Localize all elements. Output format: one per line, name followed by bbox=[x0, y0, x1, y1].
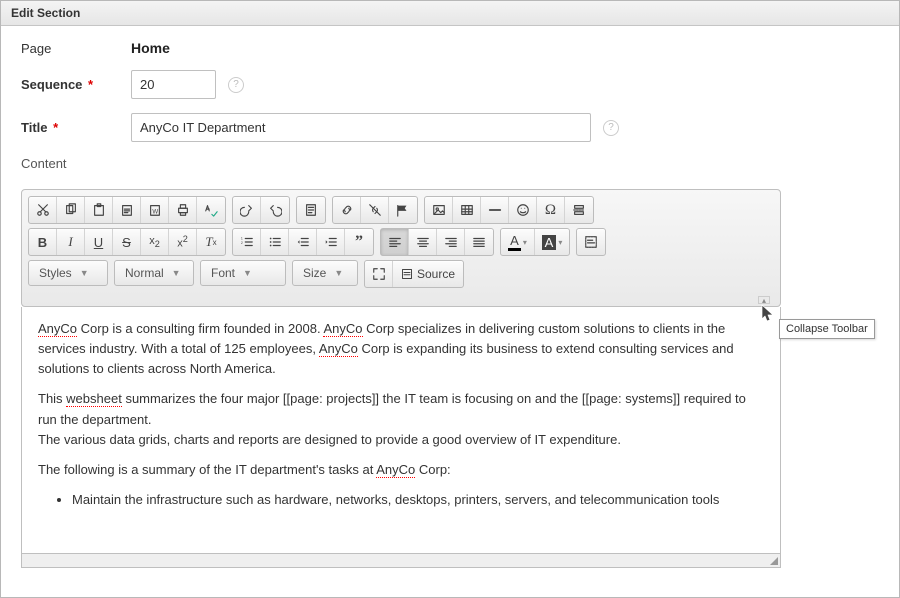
title-input[interactable] bbox=[131, 113, 591, 142]
hr-icon[interactable] bbox=[481, 197, 509, 223]
remove-format-button[interactable]: Tx bbox=[197, 229, 225, 255]
indent-button[interactable] bbox=[317, 229, 345, 255]
bullet-list-button[interactable] bbox=[261, 229, 289, 255]
underline-button[interactable]: U bbox=[85, 229, 113, 255]
required-mark: * bbox=[53, 120, 58, 135]
help-icon[interactable]: ? bbox=[228, 77, 244, 93]
content-textarea[interactable]: AnyCo Corp is a consulting firm founded … bbox=[21, 307, 781, 554]
required-mark: * bbox=[88, 77, 93, 92]
list-item: Maintain the infrastructure such as hard… bbox=[72, 490, 764, 510]
smiley-icon[interactable] bbox=[509, 197, 537, 223]
align-justify-button[interactable] bbox=[465, 229, 493, 255]
subscript-button[interactable]: x2 bbox=[141, 229, 169, 255]
bold-button[interactable]: B bbox=[29, 229, 57, 255]
panel-title: Edit Section bbox=[1, 1, 899, 26]
source-button[interactable]: Source bbox=[393, 261, 463, 287]
strike-button[interactable]: S bbox=[113, 229, 141, 255]
align-right-button[interactable] bbox=[437, 229, 465, 255]
copy-icon[interactable] bbox=[57, 197, 85, 223]
numbered-list-button[interactable]: 12 bbox=[233, 229, 261, 255]
page-label: Page bbox=[21, 41, 131, 56]
unlink-icon[interactable] bbox=[361, 197, 389, 223]
maximize-button[interactable] bbox=[365, 261, 393, 287]
title-label: Title * bbox=[21, 120, 131, 135]
rich-text-editor: W bbox=[21, 189, 781, 568]
table-icon[interactable] bbox=[453, 197, 481, 223]
collapse-tooltip: Collapse Toolbar bbox=[779, 319, 875, 339]
collapse-toolbar-button[interactable]: ▴ bbox=[758, 296, 770, 304]
blockquote-button[interactable]: ” bbox=[345, 229, 373, 255]
resize-handle[interactable] bbox=[21, 554, 781, 568]
size-dropdown[interactable]: Size▼ bbox=[292, 260, 358, 286]
undo-icon[interactable] bbox=[233, 197, 261, 223]
page-value: Home bbox=[131, 40, 170, 56]
print-icon[interactable] bbox=[169, 197, 197, 223]
styles-dropdown[interactable]: Styles▼ bbox=[28, 260, 108, 286]
sequence-label: Sequence * bbox=[21, 77, 131, 92]
paste-word-icon[interactable]: W bbox=[141, 197, 169, 223]
outdent-button[interactable] bbox=[289, 229, 317, 255]
align-center-button[interactable] bbox=[409, 229, 437, 255]
text-color-button[interactable]: A▾ bbox=[501, 229, 535, 255]
content-label: Content bbox=[21, 156, 879, 171]
anchor-icon[interactable] bbox=[389, 197, 417, 223]
help-icon[interactable]: ? bbox=[603, 120, 619, 136]
svg-text:W: W bbox=[152, 209, 158, 216]
paste-text-icon[interactable] bbox=[113, 197, 141, 223]
paste-icon[interactable] bbox=[85, 197, 113, 223]
svg-text:2: 2 bbox=[240, 241, 242, 245]
edit-section-panel: Edit Section Page Home Sequence * ? Titl… bbox=[0, 0, 900, 598]
superscript-button[interactable]: x2 bbox=[169, 229, 197, 255]
align-left-button[interactable] bbox=[381, 229, 409, 255]
specialchar-icon[interactable]: Ω bbox=[537, 197, 565, 223]
bg-color-button[interactable]: A▾ bbox=[535, 229, 569, 255]
svg-text:1: 1 bbox=[240, 236, 242, 240]
pagebreak-icon[interactable] bbox=[565, 197, 593, 223]
redo-icon[interactable] bbox=[261, 197, 289, 223]
image-icon[interactable] bbox=[425, 197, 453, 223]
templates-icon[interactable] bbox=[297, 197, 325, 223]
font-dropdown[interactable]: Font▼ bbox=[200, 260, 286, 286]
spellcheck-icon[interactable] bbox=[197, 197, 225, 223]
cut-icon[interactable] bbox=[29, 197, 57, 223]
form-body: Page Home Sequence * ? Title * ? Content bbox=[1, 26, 899, 189]
show-blocks-button[interactable] bbox=[577, 229, 605, 255]
italic-button[interactable]: I bbox=[57, 229, 85, 255]
format-dropdown[interactable]: Normal▼ bbox=[114, 260, 194, 286]
link-icon[interactable] bbox=[333, 197, 361, 223]
sequence-input[interactable] bbox=[131, 70, 216, 99]
editor-toolbar: W bbox=[21, 189, 781, 307]
